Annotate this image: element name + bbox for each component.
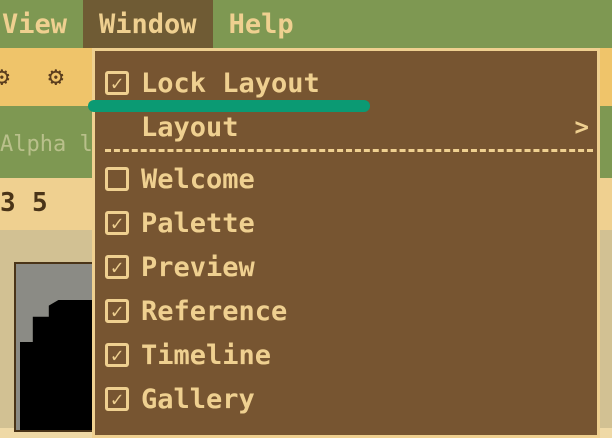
menu-item-label: Layout (141, 111, 239, 143)
menu-window[interactable]: Window (83, 0, 213, 48)
menu-item-label: Palette (141, 207, 255, 239)
menu-item-label: Preview (141, 251, 255, 283)
menu-item-lock-layout[interactable]: ✓ Lock Layout (95, 61, 597, 105)
checkbox-checked-icon[interactable]: ✓ (105, 211, 129, 235)
gear-icon[interactable]: ⚙ (48, 64, 64, 90)
number-value-5[interactable]: 5 (32, 188, 48, 218)
menu-item-reference[interactable]: ✓ Reference (95, 289, 597, 333)
menu-item-label: Reference (141, 295, 288, 327)
menu-item-label: Timeline (141, 339, 272, 371)
menubar: View Window Help (0, 0, 612, 48)
checkbox-checked-icon[interactable]: ✓ (105, 343, 129, 367)
menu-item-welcome[interactable]: Welcome (95, 157, 597, 201)
menu-item-gallery[interactable]: ✓ Gallery (95, 377, 597, 421)
menu-item-preview[interactable]: ✓ Preview (95, 245, 597, 289)
gear-icon[interactable]: ⚙ (0, 64, 10, 90)
menu-help[interactable]: Help (213, 0, 310, 48)
checkbox-unchecked-icon[interactable] (105, 167, 129, 191)
menu-item-label: Gallery (141, 383, 255, 415)
highlight-underline (88, 100, 370, 112)
checkbox-checked-icon[interactable]: ✓ (105, 71, 129, 95)
checkbox-checked-icon[interactable]: ✓ (105, 299, 129, 323)
menu-item-palette[interactable]: ✓ Palette (95, 201, 597, 245)
menu-item-label: Welcome (141, 163, 255, 195)
sprite-image (20, 300, 100, 430)
submenu-arrow-icon: > (574, 113, 589, 141)
checkbox-checked-icon[interactable]: ✓ (105, 255, 129, 279)
menu-item-label: Lock Layout (141, 67, 320, 99)
menu-view[interactable]: View (0, 0, 83, 48)
checkbox-checked-icon[interactable]: ✓ (105, 387, 129, 411)
alpha-label: Alpha l (0, 132, 93, 157)
menu-item-timeline[interactable]: ✓ Timeline (95, 333, 597, 377)
menu-separator (105, 149, 593, 152)
number-value-3[interactable]: 3 (0, 188, 16, 218)
